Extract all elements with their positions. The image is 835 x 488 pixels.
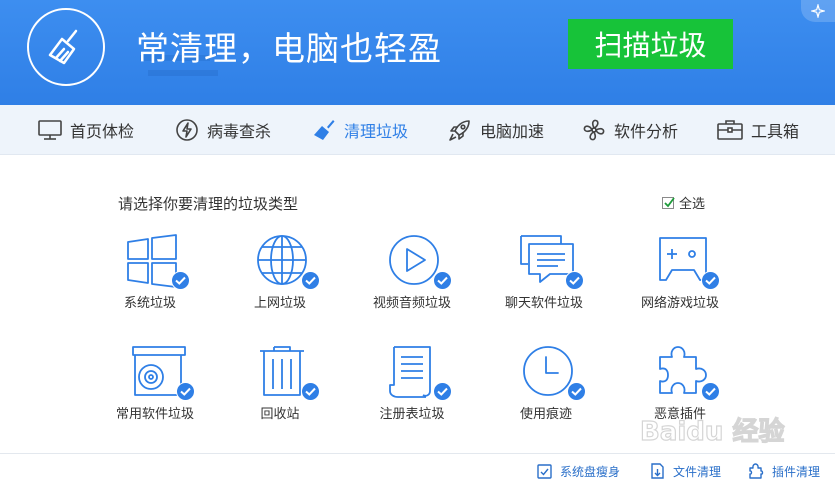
tab-label: 工具箱 — [751, 123, 800, 141]
checked-badge-icon — [433, 271, 452, 290]
trash-icon — [256, 345, 320, 401]
category-label: 系统垃圾 — [123, 295, 176, 310]
category-label: 注册表垃圾 — [379, 406, 445, 421]
fan-icon — [583, 119, 605, 140]
category-label: 上网垃圾 — [253, 295, 306, 310]
category-label: 回收站 — [260, 406, 300, 421]
category-common-software-trash[interactable]: 常用软件垃圾 — [85, 345, 225, 435]
checked-badge-icon — [301, 382, 320, 401]
scan-trash-button[interactable]: 扫描垃圾 — [568, 19, 733, 69]
file-clean-button[interactable]: 文件清理 — [650, 454, 721, 488]
tab-virus-scan[interactable]: 病毒查杀 — [175, 105, 271, 154]
disk-slim-icon — [537, 463, 552, 479]
category-malicious-plugins[interactable]: 恶意插件 — [610, 345, 750, 435]
chat-icon — [520, 234, 584, 290]
category-internet-trash[interactable]: 上网垃圾 — [210, 234, 350, 324]
section-title: 请选择你要清理的垃圾类型 — [118, 196, 299, 213]
main-nav: 首页体检 病毒查杀 清理垃圾 电脑加速 软件分析 工具箱 — [0, 105, 835, 155]
tab-label: 清理垃圾 — [344, 123, 409, 141]
tab-home-checkup[interactable]: 首页体检 — [38, 105, 134, 154]
disc-box-icon — [131, 345, 195, 401]
file-clean-icon — [651, 463, 664, 479]
category-label: 恶意插件 — [653, 406, 706, 421]
tab-label: 首页体检 — [70, 123, 135, 141]
tab-clean-trash[interactable]: 清理垃圾 — [312, 105, 408, 154]
sparkle-icon[interactable] — [801, 0, 835, 22]
checked-badge-icon — [433, 382, 452, 401]
checked-badge-icon — [567, 382, 586, 401]
category-recycle-bin[interactable]: 回收站 — [210, 345, 350, 435]
tool-label: 系统盘瘦身 — [560, 464, 621, 479]
checkbox[interactable] — [662, 196, 675, 209]
tool-label: 文件清理 — [673, 464, 722, 479]
rocket-icon — [449, 119, 470, 141]
clock-icon — [522, 345, 586, 401]
play-icon — [388, 234, 452, 290]
lightning-icon — [176, 118, 198, 141]
category-label: 使用痕迹 — [519, 406, 572, 421]
globe-icon — [256, 234, 320, 290]
checked-badge-icon — [301, 271, 320, 290]
select-all-label: 全选 — [679, 196, 706, 211]
windows-icon — [126, 234, 190, 290]
category-label: 聊天软件垃圾 — [504, 295, 583, 310]
category-label: 视频音频垃圾 — [372, 295, 451, 310]
tab-software-analysis[interactable]: 软件分析 — [582, 105, 678, 154]
plugin-clean-button[interactable]: 插件清理 — [748, 454, 820, 488]
category-chat-software-trash[interactable]: 聊天软件垃圾 — [474, 234, 614, 324]
broom-icon — [314, 119, 335, 140]
category-system-trash[interactable]: 系统垃圾 — [80, 234, 220, 324]
gamepad-icon — [656, 234, 720, 290]
puzzle-icon — [656, 345, 720, 401]
tool-label: 插件清理 — [772, 464, 821, 479]
checked-badge-icon — [701, 271, 720, 290]
category-label: 常用软件垃圾 — [115, 406, 194, 421]
category-label: 网络游戏垃圾 — [640, 295, 719, 310]
category-online-game-trash[interactable]: 网络游戏垃圾 — [610, 234, 750, 324]
tab-label: 软件分析 — [614, 123, 679, 141]
category-registry-trash[interactable]: 注册表垃圾 — [342, 345, 482, 435]
broom-logo-icon — [27, 8, 105, 86]
checked-badge-icon — [171, 271, 190, 290]
system-disk-slim-button[interactable]: 系统盘瘦身 — [537, 454, 620, 488]
footer-toolbar: 系统盘瘦身 文件清理 插件清理 — [0, 453, 835, 488]
category-usage-traces[interactable]: 使用痕迹 — [476, 345, 616, 435]
tab-toolbox[interactable]: 工具箱 — [717, 105, 799, 154]
header-slogan: 常清理，电脑也轻盈 — [136, 29, 442, 68]
document-icon — [388, 345, 452, 401]
plugin-clean-icon — [749, 463, 764, 479]
checked-badge-icon — [701, 382, 720, 401]
tab-label: 病毒查杀 — [207, 123, 272, 141]
monitor-icon — [38, 119, 62, 140]
checked-badge-icon — [176, 382, 195, 401]
header-banner: 常清理，电脑也轻盈 扫描垃圾 — [0, 0, 835, 105]
checked-badge-icon — [565, 271, 584, 290]
tab-label: 电脑加速 — [480, 123, 545, 141]
select-all-checkbox[interactable]: 全选 — [662, 193, 705, 212]
tab-speed-up[interactable]: 电脑加速 — [448, 105, 544, 154]
category-video-audio-trash[interactable]: 视频音频垃圾 — [342, 234, 482, 324]
toolbox-icon — [717, 119, 743, 140]
